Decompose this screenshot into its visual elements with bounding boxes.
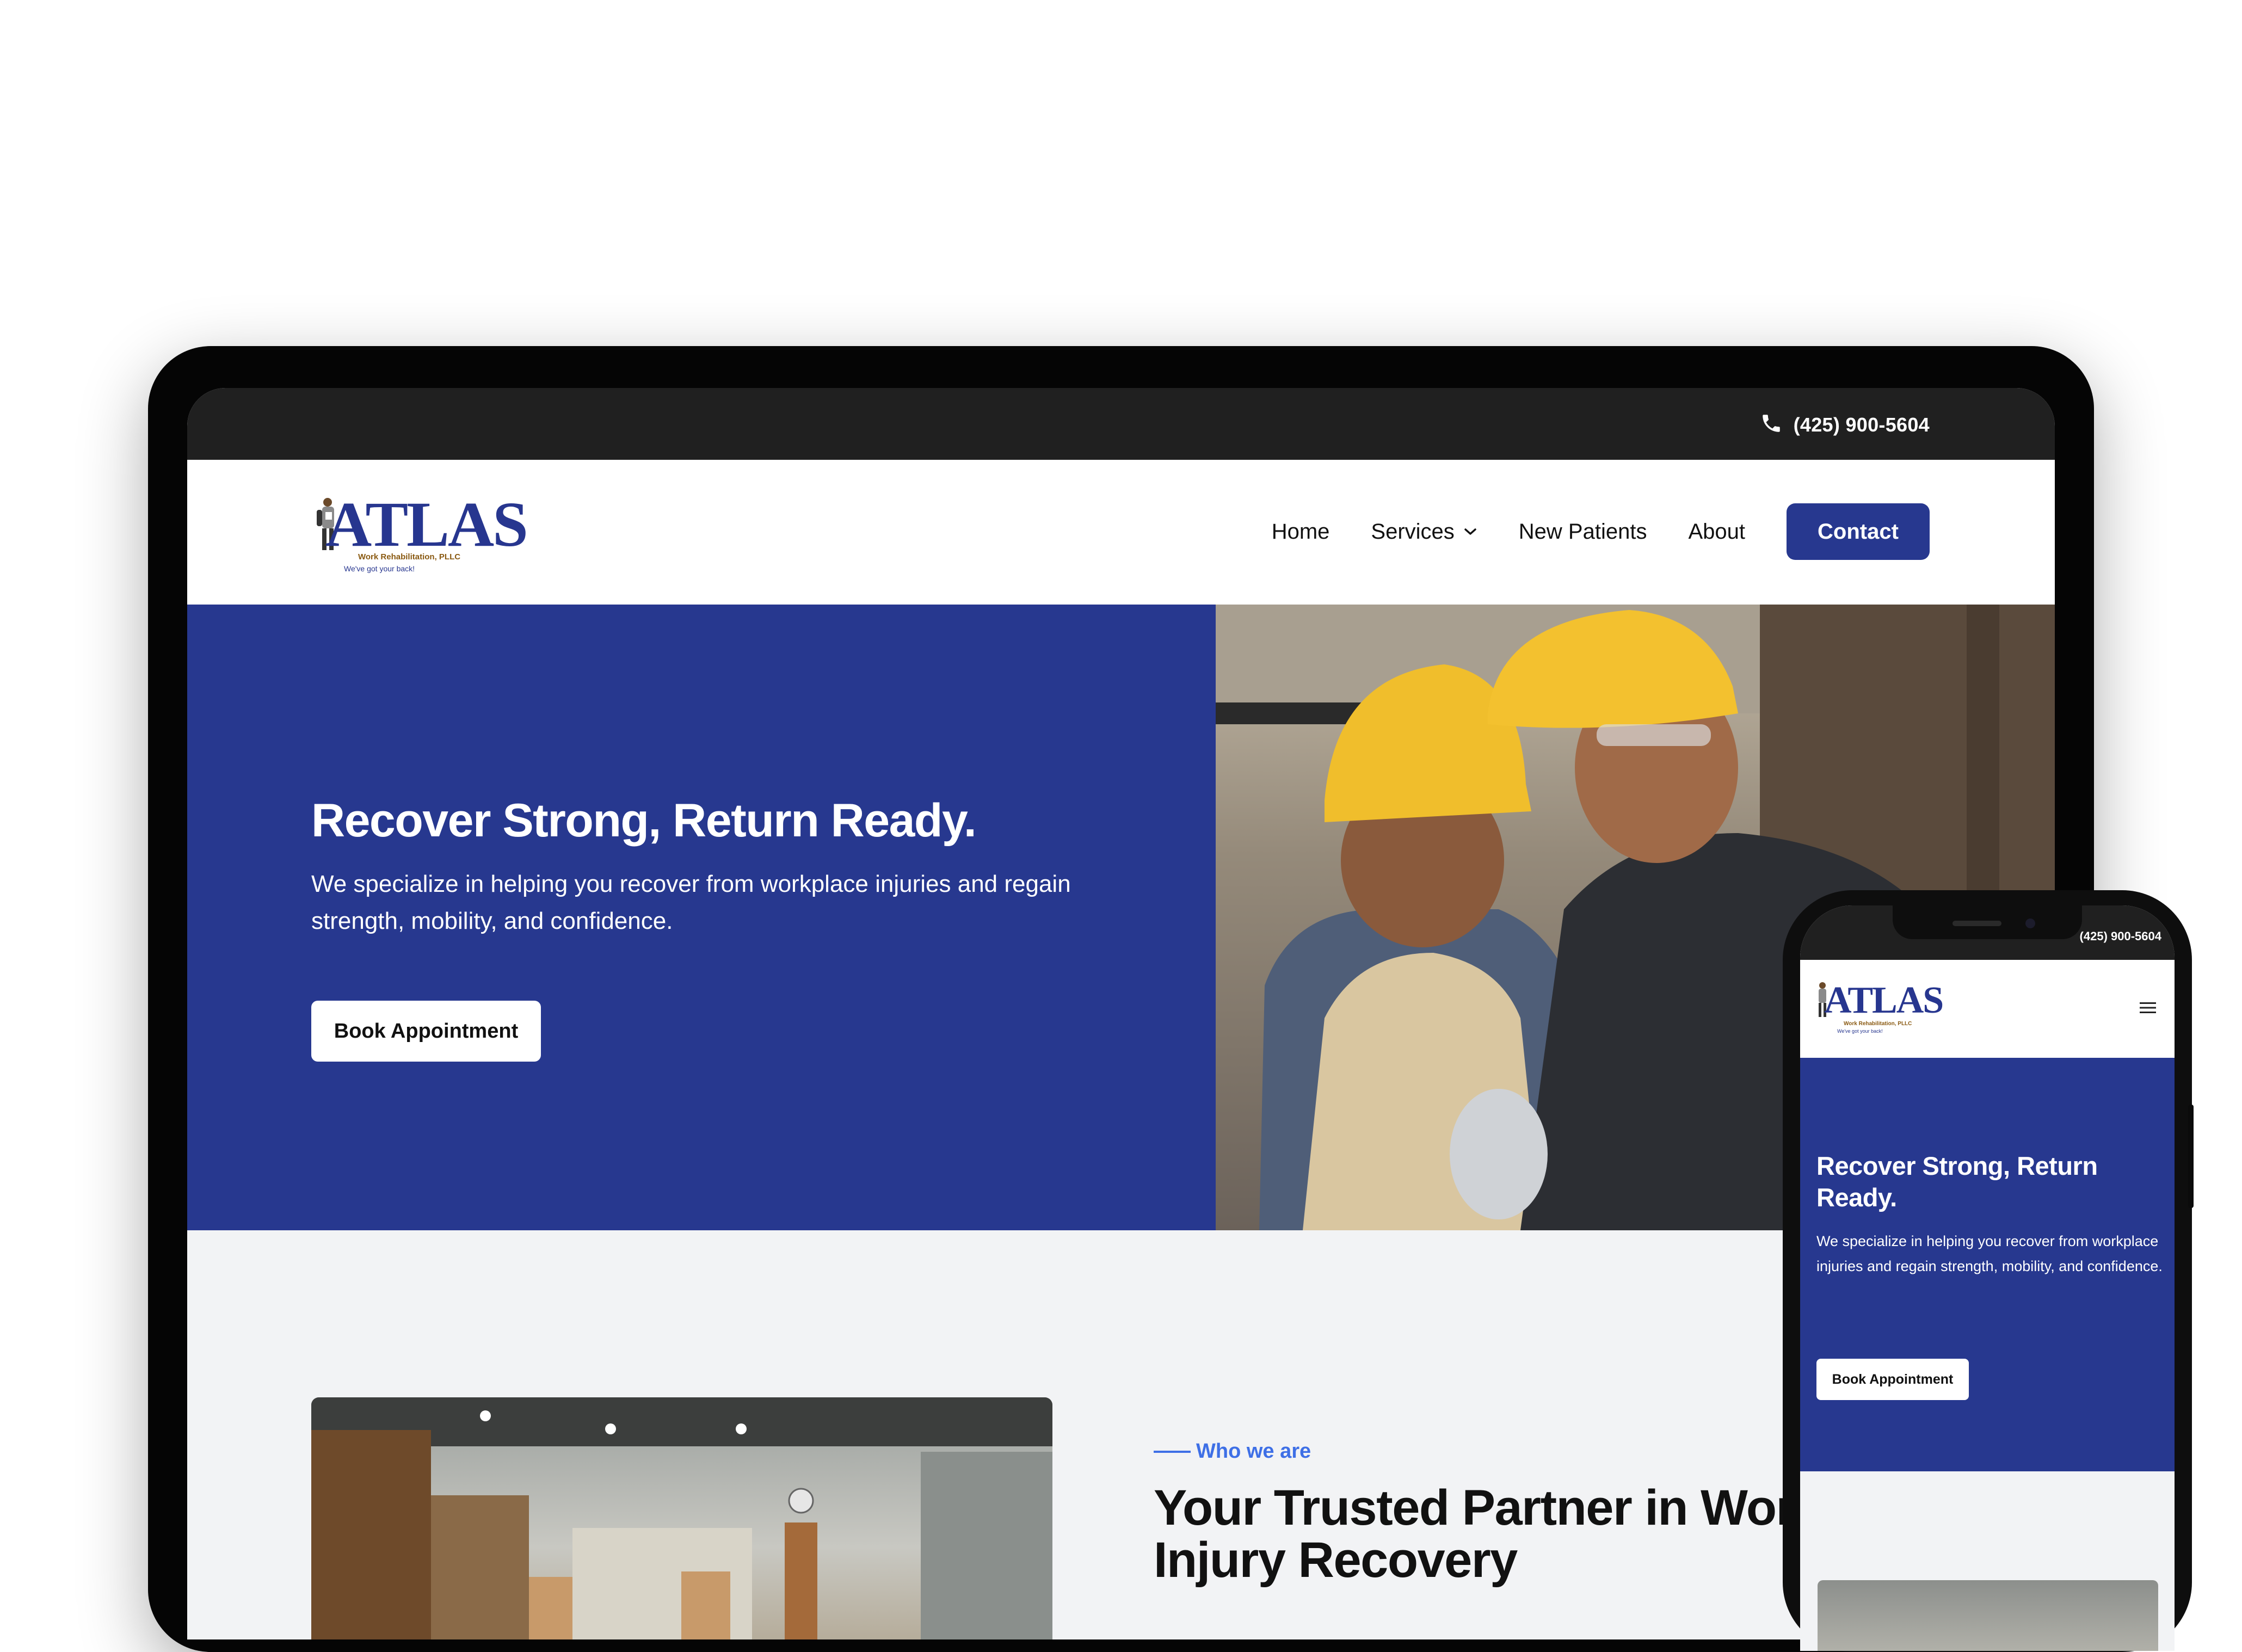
phone-notch <box>1893 905 2082 939</box>
nav-item-home[interactable]: Home <box>1272 503 1330 560</box>
phone-number: (425) 900-5604 <box>1793 413 1930 436</box>
mobile-hero-section: Recover Strong, Return Ready. We special… <box>1800 1058 2175 1471</box>
mobile-hero-title: Recover Strong, Return Ready. <box>1816 1151 2098 1212</box>
nav-item-new-patients[interactable]: New Patients <box>1519 503 1647 560</box>
mobile-logo-tagline: We've got your back! <box>1837 1028 1883 1034</box>
section-eyebrow: Who we are <box>1154 1440 1311 1463</box>
nav-item-about[interactable]: About <box>1688 503 1745 560</box>
chevron-down-icon <box>1464 528 1476 535</box>
logo[interactable]: ATLAS Work Rehabilitation, PLLC We've go… <box>311 487 528 577</box>
mobile-book-appointment-button[interactable]: Book Appointment <box>1816 1359 1969 1400</box>
mobile-nav: ATLAS Work Rehabilitation, PLLC We've go… <box>1800 960 2175 1058</box>
contact-button[interactable]: Contact <box>1787 503 1930 560</box>
speaker-grille <box>1952 921 2001 926</box>
phone-link[interactable]: (425) 900-5604 <box>1760 412 1930 437</box>
eyebrow-line <box>1154 1450 1191 1453</box>
clinic-room-photo <box>311 1397 1052 1639</box>
mobile-clinic-room-photo <box>1818 1580 2158 1651</box>
desktop-screen: (425) 900-5604 ATLAS Work Rehabilitation… <box>187 388 2055 1639</box>
mobile-logo-wordmark[interactable]: ATLAS <box>1824 982 1944 1020</box>
phone-side-button <box>2188 1105 2194 1208</box>
mobile-hero-description: We specialize in helping you recover fro… <box>1816 1233 2163 1274</box>
camera-icon <box>2025 919 2035 928</box>
main-nav: ATLAS Work Rehabilitation, PLLC We've go… <box>187 460 2055 605</box>
logo-tagline: We've got your back! <box>344 564 415 573</box>
phone-icon <box>1760 412 1783 437</box>
top-bar: (425) 900-5604 <box>187 388 2055 460</box>
mobile-phone-number[interactable]: (425) 900-5604 <box>2080 929 2161 944</box>
logo-subtitle: Work Rehabilitation, PLLC <box>358 552 461 562</box>
clinic-room-illustration <box>311 1397 1052 1639</box>
hamburger-menu-icon[interactable] <box>2140 1001 2156 1017</box>
hero-section: Recover Strong, Return Ready. We special… <box>187 605 1216 1230</box>
hero-description: We specialize in helping you recover fro… <box>311 871 1071 934</box>
eyebrow-text: Who we are <box>1196 1440 1311 1463</box>
nav-menu: Home Services New Patients About Contact <box>1272 503 1930 560</box>
book-appointment-button[interactable]: Book Appointment <box>311 1001 541 1062</box>
logo-wordmark: ATLAS <box>325 489 528 560</box>
mobile-logo-subtitle: Work Rehabilitation, PLLC <box>1844 1021 1912 1027</box>
hero-title: Recover Strong, Return Ready. <box>311 794 977 847</box>
nav-item-services-label: Services <box>1371 520 1455 544</box>
mobile-screen: (425) 900-5604 ATLAS Work Rehabilitation… <box>1800 905 2175 1651</box>
nav-item-services[interactable]: Services <box>1371 503 1477 560</box>
